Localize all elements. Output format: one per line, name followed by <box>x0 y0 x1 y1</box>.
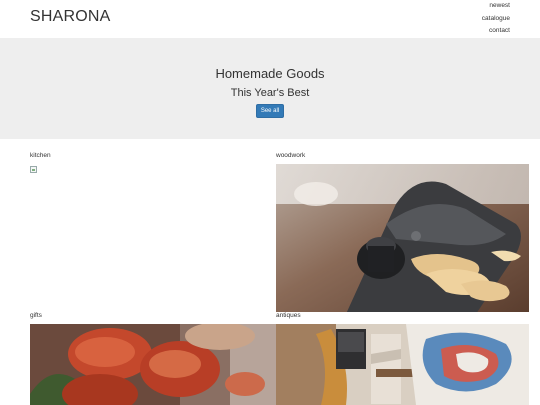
nav-link-contact[interactable]: contact <box>482 25 510 38</box>
tulips-photo <box>30 324 276 405</box>
nav-link-catalogue[interactable]: catalogue <box>482 13 510 26</box>
hero-subtitle: This Year's Best <box>230 87 310 99</box>
hero-banner: Homemade Goods This Year's Best See all <box>0 38 540 139</box>
nav-link-newest[interactable]: newest <box>482 0 510 13</box>
woodwork-image[interactable] <box>276 164 529 312</box>
see-all-button[interactable]: See all <box>256 104 284 118</box>
brand-logo[interactable]: SHARONA <box>30 8 111 26</box>
category-label-gifts: gifts <box>30 312 42 319</box>
category-label-antiques: antiques <box>276 312 301 319</box>
main-nav: newest catalogue contact <box>482 0 510 38</box>
broken-image-icon[interactable] <box>30 166 37 173</box>
category-label-kitchen: kitchen <box>30 152 51 159</box>
antiques-image[interactable] <box>276 324 529 405</box>
gifts-image[interactable] <box>30 324 276 405</box>
hero-title: Homemade Goods <box>215 66 325 81</box>
hand-plane-photo <box>276 164 529 312</box>
vintage-tools-photo <box>276 324 529 405</box>
category-label-woodwork: woodwork <box>276 152 306 159</box>
top-bar: SHARONA newest catalogue contact <box>0 0 540 38</box>
